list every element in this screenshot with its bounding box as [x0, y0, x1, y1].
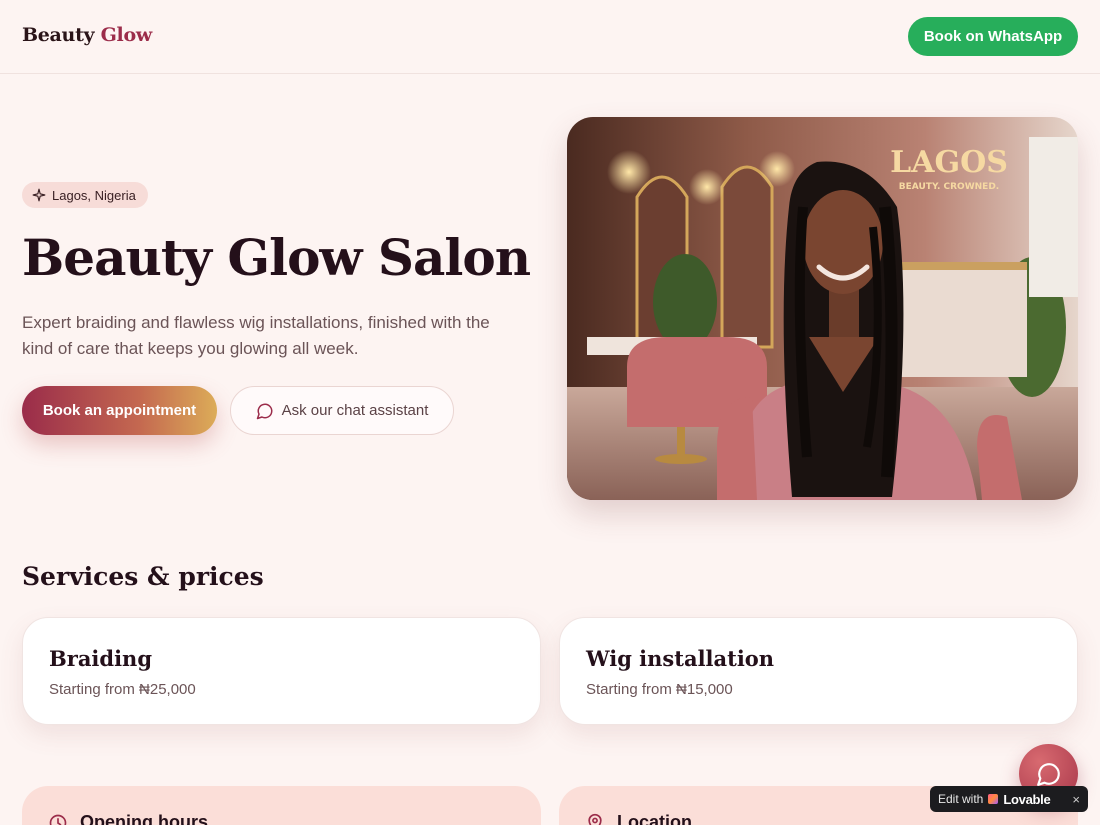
opening-hours-card: Opening hours: [22, 786, 541, 825]
brand-name-first: Beauty: [22, 24, 95, 46]
location-badge-label: Lagos, Nigeria: [52, 187, 136, 203]
book-whatsapp-button[interactable]: Book on WhatsApp: [908, 17, 1078, 56]
brand-logo[interactable]: Beauty Glow: [22, 24, 152, 46]
hero-description: Expert braiding and flawless wig install…: [22, 313, 490, 358]
close-icon[interactable]: ×: [1072, 792, 1080, 807]
service-card-wig-installation[interactable]: Wig installation Starting from ₦15,000: [559, 617, 1078, 725]
location-badge: Lagos, Nigeria: [22, 182, 148, 208]
sparkle-icon: [32, 188, 46, 202]
services-title: Services & prices: [22, 562, 264, 591]
hero-image: LAGOS BEAUTY. CROWNED.: [567, 117, 1078, 500]
service-name: Wig installation: [586, 646, 775, 671]
chat-bubble-icon: [256, 403, 273, 419]
site-header: Beauty Glow Book on WhatsApp: [0, 0, 1100, 74]
chat-bubble-icon: [1036, 762, 1060, 786]
chat-assistant-label: Ask our chat assistant: [281, 402, 429, 419]
service-name: Braiding: [49, 646, 153, 671]
edit-with-label: Edit with: [938, 792, 984, 806]
lovable-logo-icon: [988, 794, 999, 804]
service-price: Starting from ₦15,000: [586, 681, 733, 698]
service-price: Starting from ₦25,000: [49, 681, 196, 698]
lovable-brand: Lovable: [1003, 791, 1051, 807]
opening-hours-label: Opening hours: [80, 812, 208, 825]
location-label: Location: [617, 812, 692, 825]
salon-sign-title: LAGOS: [890, 145, 1008, 180]
chat-assistant-button[interactable]: Ask our chat assistant: [230, 386, 454, 435]
clock-icon: [49, 814, 67, 825]
edit-with-lovable-badge[interactable]: Edit with Lovable ×: [930, 786, 1088, 812]
book-appointment-button[interactable]: Book an appointment: [22, 386, 217, 435]
salon-sign-subtitle: BEAUTY. CROWNED.: [899, 182, 999, 192]
brand-name-second: Glow: [100, 24, 153, 46]
service-card-braiding[interactable]: Braiding Starting from ₦25,000: [22, 617, 541, 725]
hero-title: Beauty Glow Salon: [22, 228, 531, 287]
map-pin-icon: [588, 813, 602, 825]
